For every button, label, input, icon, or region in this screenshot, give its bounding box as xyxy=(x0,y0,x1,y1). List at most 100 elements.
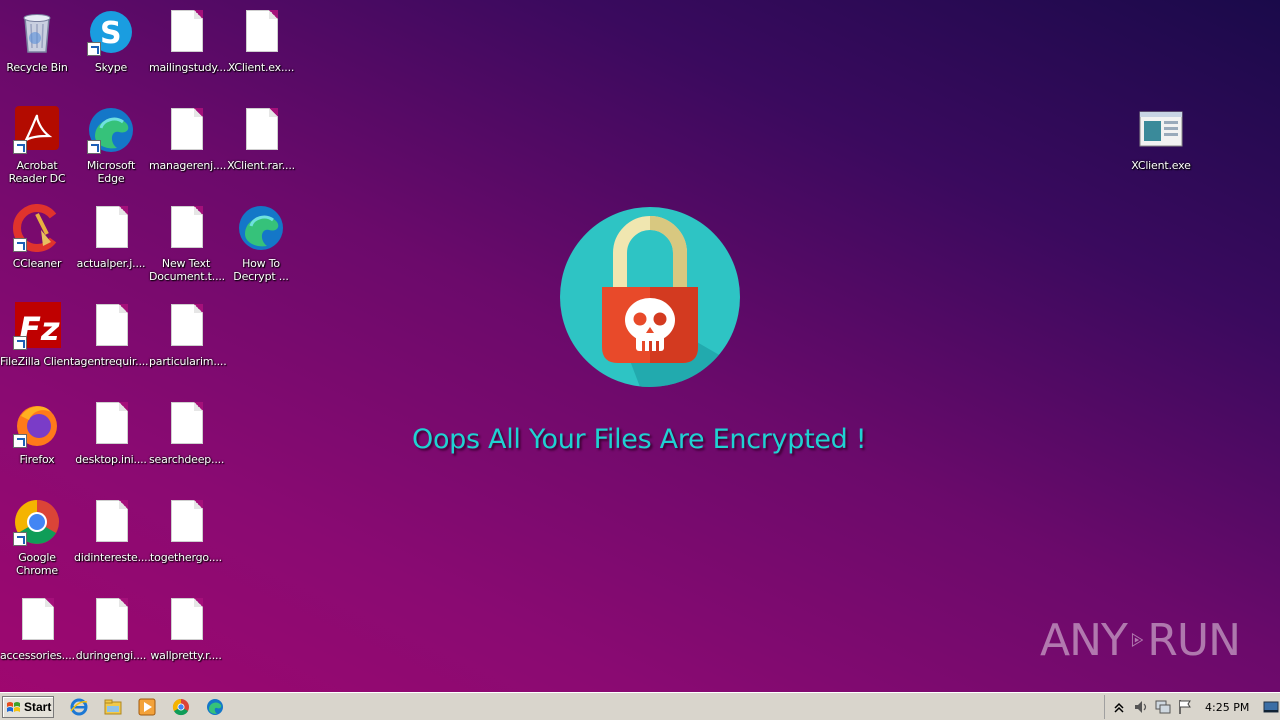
desktop-icon-label: mailingstudy.... xyxy=(149,61,230,74)
desktop-icon-file[interactable]: particularim.... xyxy=(149,298,227,392)
anyrun-watermark: ANY RUN xyxy=(1040,610,1241,670)
file-icon xyxy=(162,302,210,350)
desktop-icon-label: XClient.rar.... xyxy=(227,159,295,172)
file-icon xyxy=(237,106,285,154)
windows-logo-icon xyxy=(6,701,21,714)
desktop-icon-label: particularim.... xyxy=(149,355,227,368)
file-icon xyxy=(162,596,210,644)
chrome-icon xyxy=(13,498,61,546)
show-hidden-icons-chevron-icon[interactable] xyxy=(1111,699,1127,715)
desktop-icon-label: How To Decrypt ... xyxy=(233,257,289,283)
file-icon xyxy=(162,498,210,546)
desktop-icon-file[interactable]: mailingstudy.... xyxy=(149,4,230,98)
desktop: Recycle Bin Acrobat Reader DC CCleaner F… xyxy=(0,0,1280,692)
svg-text:S: S xyxy=(100,16,122,51)
desktop-icon-label: actualper.j.... xyxy=(76,257,146,270)
desktop-icon-ccleaner[interactable]: CCleaner xyxy=(0,200,74,294)
taskbar-clock[interactable]: 4:25 PM xyxy=(1205,701,1249,714)
edge-icon[interactable] xyxy=(206,698,224,716)
desktop-icon-label: Firefox xyxy=(19,453,55,466)
desktop-icon-xclient-exe[interactable]: XClient.exe xyxy=(1124,102,1198,196)
desktop-icon-label: Microsoft Edge xyxy=(86,159,136,185)
desktop-icon-file[interactable]: New Text Document.t.... xyxy=(149,200,225,294)
file-icon xyxy=(87,400,135,448)
desktop-icon-label: togethergo.... xyxy=(150,551,222,564)
watermark-left-text: ANY xyxy=(1040,614,1128,666)
desktop-icon-file[interactable]: actualper.j.... xyxy=(74,200,148,294)
desktop-icon-file[interactable]: managerenj.... xyxy=(149,102,227,196)
acrobat-icon xyxy=(13,106,61,154)
file-icon xyxy=(87,204,135,252)
start-button[interactable]: Start xyxy=(2,696,54,718)
desktop-icon-file[interactable]: accessories.... xyxy=(0,592,75,686)
play-logo-icon xyxy=(1131,632,1144,648)
desktop-icon-file[interactable]: agentrequir.... xyxy=(74,298,149,392)
skype-icon: S xyxy=(87,8,135,56)
file-icon xyxy=(87,302,135,350)
desktop-icon-label: Google Chrome xyxy=(16,551,58,577)
recycle-bin-icon xyxy=(13,8,61,56)
action-center-flag-icon[interactable] xyxy=(1177,699,1193,715)
ie-icon[interactable] xyxy=(70,698,88,716)
desktop-icon-file[interactable]: XClient.ex.... xyxy=(224,4,298,98)
volume-icon[interactable] xyxy=(1133,699,1149,715)
desktop-icon-label: agentrequir.... xyxy=(74,355,149,368)
shortcut-arrow-icon xyxy=(87,140,101,154)
shortcut-arrow-icon xyxy=(87,42,101,56)
exe-window-icon xyxy=(1137,106,1185,154)
edge-icon xyxy=(237,204,285,252)
desktop-icon-file[interactable]: searchdeep.... xyxy=(149,396,225,490)
desktop-icon-file[interactable]: duringengi.... xyxy=(74,592,148,686)
start-label: Start xyxy=(24,700,52,714)
desktop-icon-label: XClient.ex.... xyxy=(227,61,295,74)
watermark-right-text: RUN xyxy=(1147,614,1241,666)
chrome-icon[interactable] xyxy=(172,698,190,716)
desktop-icon-label: Skype xyxy=(94,61,128,74)
shortcut-arrow-icon xyxy=(13,238,27,252)
desktop-icon-file[interactable]: XClient.rar.... xyxy=(224,102,298,196)
filezilla-icon: Fz xyxy=(13,302,61,350)
desktop-icon-label: Recycle Bin xyxy=(6,61,68,74)
file-icon xyxy=(13,596,61,644)
desktop-icon-label: wallpretty.r.... xyxy=(150,649,222,662)
desktop-icon-label: accessories.... xyxy=(0,649,75,662)
desktop-icon-label: XClient.exe xyxy=(1131,159,1191,172)
desktop-icon-file[interactable]: desktop.ini.... xyxy=(74,396,148,490)
desktop-icon-skype[interactable]: S Skype xyxy=(74,4,148,98)
file-icon xyxy=(87,498,135,546)
file-icon xyxy=(237,8,285,56)
desktop-icon-how-to-decrypt[interactable]: How To Decrypt ... xyxy=(224,200,298,294)
desktop-icon-file[interactable]: didintereste.... xyxy=(74,494,151,588)
desktop-icon-file[interactable]: wallpretty.r.... xyxy=(149,592,223,686)
shortcut-arrow-icon xyxy=(13,336,27,350)
desktop-icon-chrome[interactable]: Google Chrome xyxy=(0,494,74,588)
padlock-skull-icon xyxy=(560,207,740,387)
file-icon xyxy=(87,596,135,644)
file-icon xyxy=(162,106,210,154)
desktop-icon-file[interactable]: togethergo.... xyxy=(149,494,223,588)
ccleaner-icon xyxy=(13,204,61,252)
edge-icon xyxy=(87,106,135,154)
desktop-icon-filezilla[interactable]: Fz FileZilla Client xyxy=(0,298,74,392)
desktop-icon-label: CCleaner xyxy=(12,257,62,270)
desktop-icon-label: FileZilla Client xyxy=(0,355,74,368)
file-icon xyxy=(162,8,210,56)
media-player-icon[interactable] xyxy=(138,698,156,716)
network-icon[interactable] xyxy=(1155,699,1171,715)
desktop-icon-label: duringengi.... xyxy=(75,649,147,662)
desktop-icon-label: New Text Document.t.... xyxy=(149,257,225,283)
desktop-icon-label: Acrobat Reader DC xyxy=(8,159,66,185)
desktop-icon-recycle-bin[interactable]: Recycle Bin xyxy=(0,4,74,98)
firefox-icon xyxy=(13,400,61,448)
desktop-icon-label: searchdeep.... xyxy=(149,453,225,466)
system-tray: 4:25 PM xyxy=(1104,695,1280,719)
desktop-icon-edge[interactable]: Microsoft Edge xyxy=(74,102,148,196)
desktop-icon-label: didintereste.... xyxy=(74,551,151,564)
ransom-message: Oops All Your Files Are Encrypted ! xyxy=(412,424,867,455)
desktop-icon-firefox[interactable]: Firefox xyxy=(0,396,74,490)
desktop-icon-acrobat[interactable]: Acrobat Reader DC xyxy=(0,102,74,196)
show-desktop-icon[interactable] xyxy=(1263,699,1279,715)
shortcut-arrow-icon xyxy=(13,434,27,448)
desktop-icon-label: managerenj.... xyxy=(149,159,227,172)
explorer-icon[interactable] xyxy=(104,698,122,716)
